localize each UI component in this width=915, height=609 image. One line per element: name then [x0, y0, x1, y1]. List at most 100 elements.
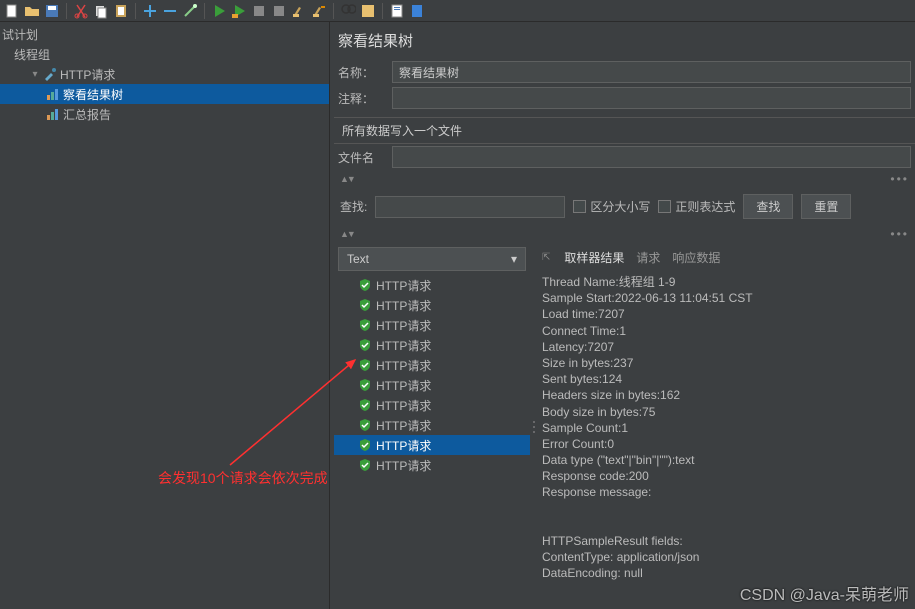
success-icon [358, 278, 372, 292]
chart-icon [46, 107, 60, 121]
minus-icon[interactable] [162, 3, 178, 19]
result-item[interactable]: HTTP请求 [334, 395, 530, 415]
plus-icon[interactable] [142, 3, 158, 19]
tree-item-testplan[interactable]: 试计划 [0, 24, 329, 44]
result-item-label: HTTP请求 [376, 417, 431, 434]
success-icon [358, 398, 372, 412]
detail-line [542, 501, 911, 517]
result-item-label: HTTP请求 [376, 317, 431, 334]
collapse-bar-2[interactable]: ▲▼ ••• [334, 225, 915, 243]
detail-line: Response message: [542, 484, 911, 500]
save-icon[interactable] [44, 3, 60, 19]
clear-icon[interactable] [291, 3, 307, 19]
collapse-icon: ▲▼ [340, 229, 354, 239]
result-item[interactable]: HTTP请求 [334, 335, 530, 355]
new-icon[interactable] [4, 3, 20, 19]
success-icon [358, 298, 372, 312]
sampler-details: Thread Name:线程组 1-9Sample Start:2022-06-… [538, 272, 915, 584]
more-icon: ••• [890, 227, 909, 241]
chart-icon [46, 87, 60, 101]
result-item[interactable]: HTTP请求 [334, 455, 530, 475]
tree-item-label: 试计划 [2, 26, 38, 43]
result-item[interactable]: HTTP请求 [334, 435, 530, 455]
filename-label: 文件名 [338, 149, 386, 166]
shutdown-icon[interactable] [271, 3, 287, 19]
result-item[interactable]: HTTP请求 [334, 315, 530, 335]
result-item[interactable]: HTTP请求 [334, 275, 530, 295]
toolbar-separator [66, 3, 67, 19]
tree-toggle-icon[interactable]: ▾ [30, 69, 40, 80]
tab-response[interactable]: 响应数据 [672, 249, 720, 266]
search-input[interactable] [375, 196, 565, 218]
detail-line: Load time:7207 [542, 306, 911, 322]
reset-button[interactable]: 重置 [801, 194, 851, 219]
success-icon [358, 318, 372, 332]
case-checkbox[interactable]: 区分大小写 [573, 198, 650, 215]
result-right: ⇱ 取样器结果 请求 响应数据 Thread Name:线程组 1-9Sampl… [538, 245, 915, 609]
copy-icon[interactable] [93, 3, 109, 19]
template-icon[interactable] [389, 3, 405, 19]
result-item-label: HTTP请求 [376, 377, 431, 394]
result-item-label: HTTP请求 [376, 397, 431, 414]
result-tabs: ⇱ 取样器结果 请求 响应数据 [538, 245, 915, 272]
detail-line: Sample Start:2022-06-13 11:04:51 CST [542, 290, 911, 306]
detail-line: Thread Name:线程组 1-9 [542, 274, 911, 290]
toolbar-separator [382, 3, 383, 19]
detail-line: Data type ("text"|"bin"|""):text [542, 452, 911, 468]
detail-line: Sample Count:1 [542, 420, 911, 436]
success-icon [358, 418, 372, 432]
search-icon[interactable] [340, 3, 356, 19]
function-icon[interactable] [360, 3, 376, 19]
filename-input[interactable] [392, 146, 911, 168]
detail-line: Body size in bytes:75 [542, 404, 911, 420]
paste-icon[interactable] [113, 3, 129, 19]
detail-line: Error Count:0 [542, 436, 911, 452]
tree-item-threadgroup[interactable]: 线程组 [0, 44, 329, 64]
test-plan-tree: 试计划 线程组 ▾ HTTP请求 察看结果树 汇总报告 [0, 22, 329, 126]
result-item[interactable]: HTTP请求 [334, 415, 530, 435]
success-icon [358, 438, 372, 452]
tab-request[interactable]: 请求 [636, 249, 660, 266]
success-icon [358, 338, 372, 352]
result-item[interactable]: HTTP请求 [334, 375, 530, 395]
result-item-label: HTTP请求 [376, 357, 431, 374]
tree-item-http[interactable]: ▾ HTTP请求 [0, 64, 329, 84]
result-area: Text ▾ HTTP请求HTTP请求HTTP请求HTTP请求HTTP请求HTT… [334, 245, 915, 609]
renderer-dropdown[interactable]: Text ▾ [338, 247, 526, 271]
help-icon[interactable] [409, 3, 425, 19]
cut-icon[interactable] [73, 3, 89, 19]
comment-label: 注释： [338, 90, 386, 107]
dropdown-value: Text [347, 252, 369, 266]
vertical-splitter[interactable] [530, 245, 538, 609]
annotation-text: 会发现10个请求会依次完成 [158, 468, 328, 488]
tree-item-results-tree[interactable]: 察看结果树 [0, 84, 329, 104]
toolbar [0, 0, 915, 22]
result-left: Text ▾ HTTP请求HTTP请求HTTP请求HTTP请求HTTP请求HTT… [334, 245, 530, 609]
collapse-bar-1[interactable]: ▲▼ ••• [334, 170, 915, 188]
detail-line: DataEncoding: null [542, 565, 911, 581]
result-item-label: HTTP请求 [376, 337, 431, 354]
tree-item-label: HTTP请求 [60, 66, 115, 83]
result-item[interactable]: HTTP请求 [334, 295, 530, 315]
play-noTimers-icon[interactable] [231, 3, 247, 19]
detail-line: Response code:200 [542, 468, 911, 484]
regex-checkbox[interactable]: 正则表达式 [658, 198, 735, 215]
dropper-icon [43, 67, 57, 81]
tree-item-summary[interactable]: 汇总报告 [0, 104, 329, 124]
search-button[interactable]: 查找 [743, 194, 793, 219]
open-icon[interactable] [24, 3, 40, 19]
stop-icon[interactable] [251, 3, 267, 19]
tab-sampler[interactable]: 取样器结果 [564, 249, 624, 266]
play-icon[interactable] [211, 3, 227, 19]
expand-icon[interactable]: ⇱ [542, 252, 550, 263]
wand-icon[interactable] [182, 3, 198, 19]
result-item-label: HTTP请求 [376, 457, 431, 474]
comment-input[interactable] [392, 87, 911, 109]
result-item[interactable]: HTTP请求 [334, 355, 530, 375]
detail-line: Sent bytes:124 [542, 371, 911, 387]
clear-all-icon[interactable] [311, 3, 327, 19]
name-input[interactable] [392, 61, 911, 83]
more-icon: ••• [890, 172, 909, 186]
result-item-label: HTTP请求 [376, 277, 431, 294]
right-panel: 察看结果树 名称： 注释： 所有数据写入一个文件 文件名 ▲▼ ••• 查找: … [330, 22, 915, 609]
